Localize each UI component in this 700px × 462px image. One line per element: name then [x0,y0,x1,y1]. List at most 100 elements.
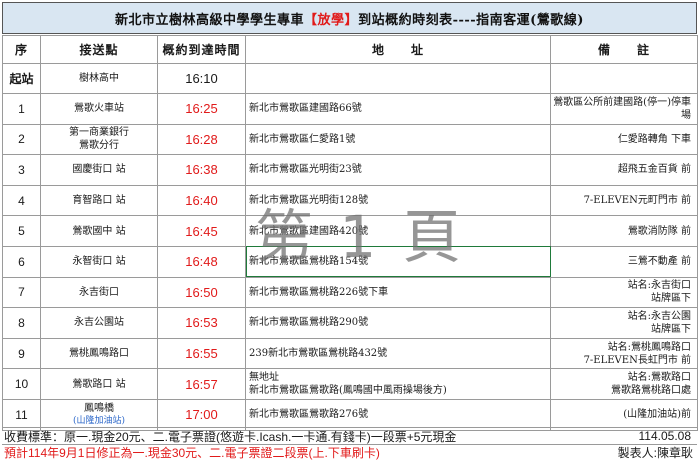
stop-address: 新北市鶯歌區光明街23號 [245,154,551,186]
stop-note-line: 站名:永吉公園 [627,310,691,322]
stop-name: 永吉公園站 [40,307,158,339]
arrival-time: 16:55 [157,337,246,370]
header-note: 備 註 [550,35,698,64]
arrival-time: 16:53 [157,307,246,339]
table-row: 3 國慶街口 站 16:38 新北市鶯歌區光明街23號 超飛五金百貨 前 [2,154,698,186]
stop-address: 新北市鶯歌區光明街128號 [245,184,551,217]
title-tag: 【放學】 [304,12,359,28]
stop-note-line: 仁愛路轉角 下車 [617,133,691,145]
page-title: 新北市立樹林高級中學學生專車 【放學】 到站概約時刻表---- 指南客運(鶯歌線… [2,2,697,34]
stop-name-line: 國慶街口 站 [72,164,126,176]
stop-address-line: 新北市鶯歌區鶯桃路290號 [249,317,369,329]
arrival-time: 16:45 [157,215,246,247]
timetable-sheet: 新北市立樹林高級中學學生專車 【放學】 到站概約時刻表---- 指南客運(鶯歌線… [2,2,698,460]
header-time: 概約到達時間 [157,35,246,64]
stop-address-line: 新北市鶯歌區建國路420號 [249,225,369,237]
stop-address: 新北市鶯歌區建國路66號 [245,93,551,125]
table-row: 6 永智街口 站 16:48 新北市鶯歌區鶯桃路154號 三鶯不動產 前 [2,245,698,278]
stop-note: (山隆加油站)前 [550,398,698,431]
table-row: 5 鶯歌國中 站 16:45 新北市鶯歌區建國路420號 鶯歌消防隊 前 [2,215,698,247]
arrival-time: 16:25 [157,93,246,125]
stop-note-line: 7-ELEVEN長虹門市 前 [583,354,691,366]
stop-address: 無地址 新北市鶯歌區鶯歌路(鳳鳴國中風雨操場後方) [245,368,551,400]
stop-address-line: 新北市鶯歌區鶯桃路226號下車 [249,286,389,298]
stop-name: 第一商業銀行 鶯歌分行 [40,123,158,156]
stop-note-line: 三鶯不動產 前 [627,256,691,268]
stop-note-line: 鶯歌區公所前建國路(停一)停車 [553,96,691,108]
stop-address: 239新北市鶯歌區鶯桃路432號 [245,337,551,370]
notice-footer: 預計114年9月1日修正為一.現金30元、二.電子票證二段票(上.下車刷卡) 製… [2,444,697,460]
arrival-time: 16:38 [157,154,246,186]
stop-name: 樹林高中 [40,63,158,94]
row-number: 2 [2,123,41,156]
stop-name-line: 鶯歌火車站 [74,103,124,115]
revision-date: 114.05.08 [638,429,692,443]
row-number: 5 [2,215,41,247]
fee-standard: 收費標準：原一.現金20元、二.電子票證(悠遊卡.Icash.一卡通.有錢卡)一… [4,429,457,444]
stop-note: 鶯歌消防隊 前 [550,215,698,247]
arrival-time: 16:48 [157,245,246,278]
header-address: 地 址 [245,35,551,64]
stop-name-line: 第一商業銀行 [69,127,129,139]
title-middle: 到站概約時刻表---- [358,12,477,28]
table-maker: 製表人:陳章耿 [617,445,693,460]
stop-name-line: 鶯歌國中 站 [72,225,126,237]
row-number: 4 [2,184,41,217]
stop-address: 新北市鶯歌區鶯桃路154號 [245,245,551,278]
stop-address-line: 新北市鶯歌區建國路66號 [249,103,362,115]
stop-name-line: 永吉街口 [79,286,119,298]
stop-name-line: 鶯桃鳳鳴路口 [69,348,129,360]
arrival-time: 16:50 [157,276,246,309]
fee-notice: 預計114年9月1日修正為一.現金30元、二.電子票證二段票(上.下車刷卡) [4,445,380,460]
row-number: 10 [2,368,41,400]
stop-name-line: 永吉公園站 [74,317,124,329]
row-number: 7 [2,276,41,309]
stop-note: 站名:鶯歌路口 鶯歌路鶯桃路口處 [550,368,698,400]
stop-note: 站名:永吉街口 站牌區下 [550,276,698,309]
stop-name-line: 育智路口 站 [72,195,126,207]
table-header-row: 序 接送點 概約到達時間 地 址 備 註 [2,35,698,64]
table-row: 7 永吉街口 16:50 新北市鶯歌區鶯桃路226號下車 站名:永吉街口 站牌區下 [2,276,698,309]
arrival-time: 16:10 [157,63,246,94]
table-row: 4 育智路口 站 16:40 新北市鶯歌區光明街128號 7-ELEVEN元町門市 前 [2,184,698,217]
schedule-table: 序 接送點 概約到達時間 地 址 備 註 起站 樹林高中 16:10 1 鶯歌火車站 16… [2,35,698,431]
stop-name-line: 永智街口 站 [72,256,126,268]
stop-address-line: 無地址 [249,372,279,384]
arrival-time: 16:57 [157,368,246,400]
stop-note-line: 鶯歌路鶯桃路口處 [611,385,691,397]
row-number: 1 [2,93,41,125]
stop-name: 永智街口 站 [40,245,158,278]
stop-address: 新北市鶯歌區鶯桃路226號下車 [245,276,551,309]
stop-address [245,63,551,94]
header-stop: 接送點 [40,35,158,64]
stop-name-line: (山隆加油站) [72,415,126,426]
arrival-time: 16:40 [157,184,246,217]
fee-footer: 收費標準：原一.現金20元、二.電子票證(悠遊卡.Icash.一卡通.有錢卡)一… [2,427,697,445]
stop-address-line: 239新北市鶯歌區鶯桃路432號 [249,348,388,360]
stop-name-line: 鶯歌分行 [79,140,119,152]
stop-note: 三鶯不動產 前 [550,245,698,278]
stop-name: 育智路口 站 [40,184,158,217]
stop-note-line: 7-ELEVEN元町門市 前 [583,195,691,207]
stop-note-line: 鶯歌消防隊 前 [627,225,691,237]
table-row: 11 鳳鳴橋 (山隆加油站) 17:00 新北市鶯歌區鶯歌路276號 (山隆加油站)前 [2,398,698,431]
stop-note: 仁愛路轉角 下車 [550,123,698,156]
stop-address-line: 新北市鶯歌區仁愛路1號 [249,133,356,145]
row-number: 3 [2,154,41,186]
stop-name: 國慶街口 站 [40,154,158,186]
stop-name-line: 鳳鳴橋 [84,402,114,414]
stop-note [550,63,698,94]
stop-address-line: 新北市鶯歌區鶯歌路276號 [249,409,369,421]
stop-name-line: 樹林高中 [79,73,119,84]
table-row: 10 鶯歌路口 站 16:57 無地址 新北市鶯歌區鶯歌路(鳳鳴國中風雨操場後方) 站名:… [2,368,698,400]
header-no: 序 [2,35,41,64]
stop-note: 鶯歌區公所前建國路(停一)停車場 [550,93,698,125]
stop-note: 站名:鶯桃鳳鳴路口 7-ELEVEN長虹門市 前 [550,337,698,370]
stop-name-line: 鶯歌路口 站 [72,378,126,390]
stop-name: 鶯歌路口 站 [40,368,158,400]
table-row: 9 鶯桃鳳鳴路口 16:55 239新北市鶯歌區鶯桃路432號 站名:鶯桃鳳鳴路口 7-E… [2,337,698,370]
stop-note-line: 站名:永吉街口 [627,280,691,292]
title-operator: 指南客運(鶯歌線) [476,12,584,28]
stop-note-line: 站牌區下 [651,293,691,305]
arrival-time: 17:00 [157,398,246,431]
